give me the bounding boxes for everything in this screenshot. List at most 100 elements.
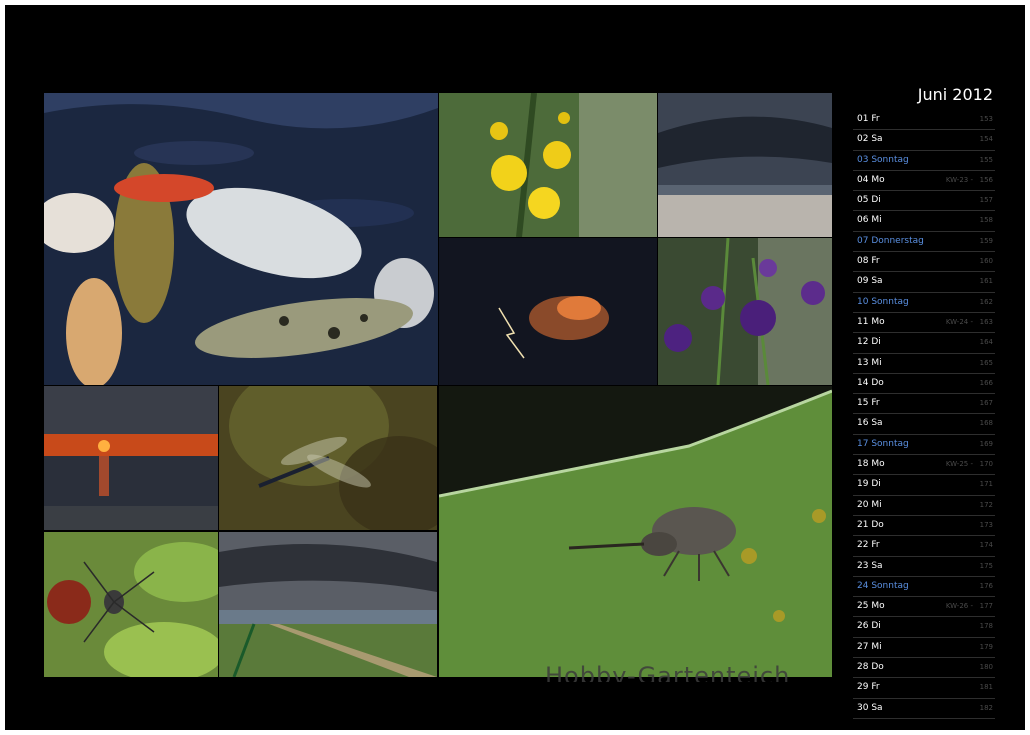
- day-label: 23 Sa: [857, 560, 883, 571]
- day-label: 26 Di: [857, 621, 881, 632]
- day-of-year: 166: [979, 378, 993, 387]
- day-of-year: 182: [979, 703, 993, 712]
- day-of-year: 163: [979, 317, 993, 326]
- day-label: 28 Do: [857, 662, 884, 673]
- day-row: 04 Mo KW-23 - 156: [853, 171, 995, 192]
- day-of-year: 172: [979, 500, 993, 509]
- day-row: 25 Mo KW-26 - 177: [853, 597, 995, 618]
- day-label: 10 Sonntag: [857, 296, 909, 307]
- day-label: 20 Mi: [857, 499, 882, 510]
- day-of-year: 180: [979, 663, 993, 672]
- day-label: 02 Sa: [857, 134, 883, 145]
- day-label: 07 Donnerstag: [857, 235, 924, 246]
- day-row: 03 Sonntag 155: [853, 151, 995, 171]
- day-row: 06 Mi 158: [853, 211, 995, 232]
- day-row: 22 Fr 174: [853, 536, 995, 557]
- day-of-year: 178: [979, 622, 993, 631]
- day-label: 25 Mo: [857, 601, 885, 612]
- photo-stormy-coast-path: [219, 532, 437, 677]
- watermark-text: Hobby-Gartenteich: [545, 662, 791, 682]
- day-of-year: 168: [979, 419, 993, 428]
- day-of-year: 174: [979, 541, 993, 550]
- photo-lightning-cloud: [439, 238, 657, 385]
- day-of-year: 176: [979, 581, 993, 590]
- day-of-year: 181: [979, 683, 993, 692]
- week-number: KW-26 -: [945, 602, 973, 611]
- week-number: KW-23 -: [945, 175, 973, 184]
- day-of-year: 165: [979, 358, 993, 367]
- day-row: 21 Do 173: [853, 516, 995, 537]
- day-row: 16 Sa 168: [853, 414, 995, 435]
- day-row: 13 Mi 165: [853, 354, 995, 374]
- day-row: 27 Mi 179: [853, 638, 995, 659]
- day-row: 05 Di 157: [853, 191, 995, 212]
- day-of-year: 155: [979, 155, 993, 164]
- day-label: 19 Di: [857, 479, 881, 490]
- day-of-year: 169: [979, 439, 993, 448]
- day-row: 01 Fr 153: [853, 110, 995, 131]
- day-row: 09 Sa 161: [853, 272, 995, 293]
- day-label: 14 Do: [857, 377, 884, 388]
- day-label: 15 Fr: [857, 398, 880, 409]
- day-row: 29 Fr 181: [853, 678, 995, 699]
- photo-spider-flower: [44, 532, 218, 677]
- day-row: 12 Di 164: [853, 333, 995, 354]
- day-of-year: 156: [979, 175, 993, 184]
- day-label: 18 Mo: [857, 459, 885, 470]
- day-of-year: 159: [979, 236, 993, 245]
- day-row: 14 Do 166: [853, 374, 995, 395]
- day-row: 17 Sonntag 169: [853, 435, 995, 456]
- day-of-year: 171: [979, 480, 993, 489]
- photo-weevil-leaf: [439, 386, 832, 677]
- day-label: 11 Mo: [857, 316, 885, 327]
- day-of-year: 162: [979, 297, 993, 306]
- day-of-year: 167: [979, 399, 993, 408]
- photo-purple-columbine: [658, 238, 832, 385]
- photo-yellow-flowers: [439, 93, 657, 237]
- day-label: 06 Mi: [857, 215, 882, 226]
- day-label: 17 Sonntag: [857, 438, 909, 449]
- week-number: KW-25 -: [945, 460, 973, 469]
- day-row: 20 Mi 172: [853, 496, 995, 516]
- day-of-year: 164: [979, 338, 993, 347]
- day-of-year: 161: [979, 277, 993, 286]
- day-row: 07 Donnerstag 159: [853, 232, 995, 253]
- day-label: 09 Sa: [857, 276, 883, 287]
- day-of-year: 177: [979, 602, 993, 611]
- day-row: 18 Mo KW-25 - 170: [853, 455, 995, 476]
- day-row: 19 Di 171: [853, 475, 995, 496]
- day-list: 01 Fr 153 02 Sa 154 03 Sonntag 155 04 Mo KW-23 …: [853, 110, 995, 719]
- photo-sunset-sea: [44, 386, 218, 530]
- day-label: 12 Di: [857, 337, 881, 348]
- day-row: 24 Sonntag 176: [853, 577, 995, 598]
- day-of-year: 154: [979, 135, 993, 144]
- day-label: 21 Do: [857, 519, 884, 530]
- day-row: 30 Sa 182: [853, 699, 995, 719]
- month-title: Juni 2012: [917, 85, 993, 104]
- day-row: 10 Sonntag 162: [853, 293, 995, 313]
- day-of-year: 158: [979, 216, 993, 225]
- day-row: 08 Fr 160: [853, 252, 995, 273]
- day-row: 02 Sa 154: [853, 130, 995, 151]
- photo-dragonfly: [219, 386, 437, 530]
- photo-koi-fish: [44, 93, 438, 385]
- day-of-year: 173: [979, 520, 993, 529]
- day-label: 29 Fr: [857, 682, 880, 693]
- calendar-column: Juni 2012 01 Fr 153 02 Sa 154 03 Sonntag 155 0…: [853, 80, 995, 719]
- day-label: 22 Fr: [857, 540, 880, 551]
- day-label: 03 Sonntag: [857, 154, 909, 165]
- day-row: 15 Fr 167: [853, 394, 995, 415]
- day-label: 30 Sa: [857, 702, 883, 713]
- day-label: 16 Sa: [857, 418, 883, 429]
- week-number: KW-24 -: [945, 317, 973, 326]
- day-row: 23 Sa 175: [853, 557, 995, 577]
- day-label: 27 Mi: [857, 641, 882, 652]
- day-of-year: 157: [979, 196, 993, 205]
- day-of-year: 175: [979, 561, 993, 570]
- day-label: 08 Fr: [857, 256, 880, 267]
- day-of-year: 179: [979, 642, 993, 651]
- day-row: 26 Di 178: [853, 617, 995, 638]
- day-row: 28 Do 180: [853, 658, 995, 679]
- day-label: 05 Di: [857, 195, 881, 206]
- day-of-year: 160: [979, 257, 993, 266]
